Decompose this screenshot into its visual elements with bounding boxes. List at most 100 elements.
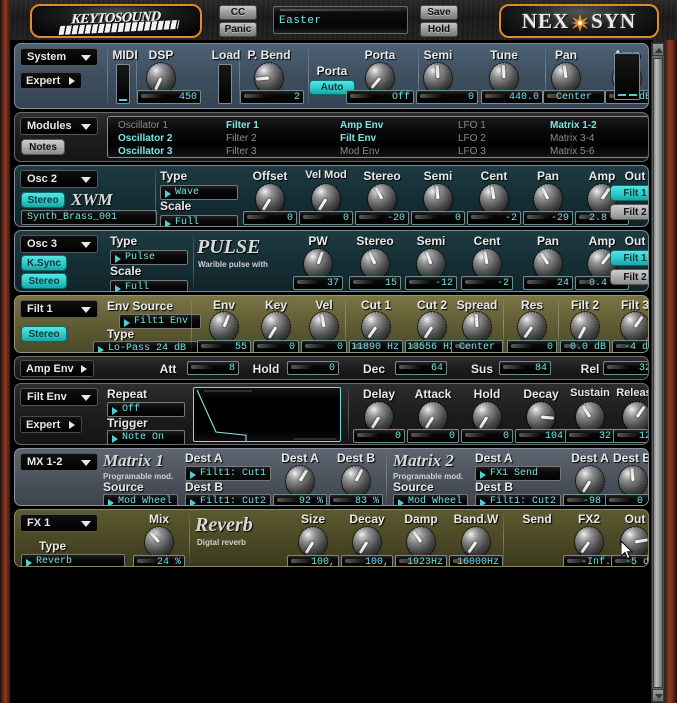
- filt1-spread-knob[interactable]: [463, 312, 491, 342]
- osc2-vel-mod-value[interactable]: 0: [299, 211, 353, 225]
- osc2-pan-knob[interactable]: [534, 184, 562, 214]
- module-list-item[interactable]: LFO 3: [458, 146, 486, 157]
- porta-value[interactable]: Off: [346, 90, 414, 104]
- module-list-item[interactable]: Filter 3: [226, 146, 257, 157]
- osc2-stereo-knob[interactable]: [368, 184, 396, 214]
- osc2-stereo-value[interactable]: -20: [355, 211, 409, 225]
- osc2-stereo-button[interactable]: Stereo: [21, 192, 65, 208]
- pan-value[interactable]: Center: [543, 90, 605, 104]
- matrix2-dest-b-combo[interactable]: Filt1: Cut2: [475, 494, 561, 505]
- vertical-scrollbar[interactable]: [651, 42, 665, 703]
- fx1-fx2-value[interactable]: -Inf.: [563, 555, 615, 566]
- matrix2-knob-b[interactable]: [619, 466, 647, 496]
- osc2-pan-value[interactable]: -29: [523, 211, 573, 225]
- filtenv-module-selector[interactable]: Filt Env: [20, 388, 98, 406]
- filtenv-release-knob[interactable]: [623, 402, 648, 432]
- osc2-offset-knob[interactable]: [256, 184, 284, 214]
- module-list-item[interactable]: Matrix 1-2: [550, 120, 597, 131]
- module-list-item[interactable]: Amp Env: [340, 120, 383, 131]
- pbend-knob[interactable]: [255, 63, 283, 93]
- fx1-decay-knob[interactable]: [353, 527, 381, 557]
- fx1-damp-knob[interactable]: [407, 527, 435, 557]
- porta-knob[interactable]: [366, 63, 394, 93]
- osc3-cent-value[interactable]: -2: [461, 276, 513, 290]
- osc2-module-selector[interactable]: Osc 2: [20, 170, 98, 188]
- osc3-pw-value[interactable]: 37: [293, 276, 343, 290]
- matrix1-knob-b-value[interactable]: 83 %: [329, 494, 383, 505]
- matrix-module-selector[interactable]: MX 1-2: [20, 453, 98, 471]
- matrix1-knob-a[interactable]: [286, 466, 314, 496]
- module-list-item[interactable]: LFO 1: [458, 120, 486, 131]
- filt1-cut-1-value[interactable]: 11890 Hz: [349, 340, 403, 352]
- amp-env-dec-value[interactable]: 64: [395, 361, 447, 375]
- module-list-item[interactable]: Mod Env: [340, 146, 379, 157]
- dsp-value[interactable]: 450: [137, 90, 201, 104]
- osc3-type-combo[interactable]: Pulse: [110, 250, 188, 265]
- module-list-item[interactable]: Oscillator 2: [118, 133, 172, 144]
- filtenv-release-value[interactable]: 127: [613, 429, 648, 443]
- matrix1-dest-b-combo[interactable]: Filt1: Cut2: [185, 494, 271, 505]
- osc3-semi-value[interactable]: -12: [405, 276, 457, 290]
- module-list-item[interactable]: Matrix 3-4: [550, 133, 594, 144]
- preset-name-display[interactable]: Easter: [273, 6, 408, 34]
- filt1-env-value[interactable]: 55: [197, 340, 251, 352]
- tune-knob[interactable]: [490, 63, 518, 93]
- filtenv-delay-knob[interactable]: [365, 402, 393, 432]
- osc3-pan-knob[interactable]: [534, 249, 562, 279]
- osc3-stereo-knob[interactable]: [361, 249, 389, 279]
- osc3-cent-knob[interactable]: [473, 249, 501, 279]
- fx1-size-knob[interactable]: [299, 527, 327, 557]
- tune-value[interactable]: 440.0: [481, 90, 543, 104]
- amp-env-button[interactable]: Amp Env: [20, 360, 94, 377]
- osc3-out-filt2-button[interactable]: Filt 2: [610, 269, 648, 285]
- fx1-mix-value[interactable]: 24 %: [133, 555, 185, 566]
- osc3-stereo-value[interactable]: 15: [349, 276, 401, 290]
- osc2-offset-value[interactable]: 0: [243, 211, 297, 225]
- filtenv-sustain-value[interactable]: 32: [565, 429, 615, 443]
- osc2-cent-knob[interactable]: [480, 184, 508, 214]
- filt1-module-selector[interactable]: Filt 1: [20, 300, 98, 318]
- osc2-semi-value[interactable]: 0: [411, 211, 465, 225]
- filtenv-attack-knob[interactable]: [419, 402, 447, 432]
- filt1-vel-value[interactable]: 0: [301, 340, 347, 352]
- filt1-filt-3-value[interactable]: -4 dB: [612, 340, 648, 352]
- system-expert-button[interactable]: Expert: [20, 72, 82, 89]
- osc3-stereo-button[interactable]: Stereo: [21, 273, 67, 289]
- osc3-semi-knob[interactable]: [417, 249, 445, 279]
- filt1-res-value[interactable]: 0: [507, 340, 557, 352]
- amp-env-rel-value[interactable]: 32: [603, 361, 648, 375]
- osc3-module-selector[interactable]: Osc 3: [20, 235, 98, 253]
- filt1-filt-3-knob[interactable]: [621, 312, 648, 342]
- notes-button[interactable]: Notes: [21, 139, 65, 155]
- osc2-scale-combo[interactable]: Full: [160, 215, 238, 226]
- filtenv-hold-value[interactable]: 0: [461, 429, 513, 443]
- amp-env-sus-value[interactable]: 84: [499, 361, 551, 375]
- filtenv-decay-knob[interactable]: [527, 402, 555, 432]
- filtenv-attack-value[interactable]: 0: [407, 429, 459, 443]
- matrix2-knob-a[interactable]: [576, 466, 604, 496]
- osc2-patch-name[interactable]: Synth_Brass_001: [21, 210, 157, 225]
- matrix1-knob-b[interactable]: [342, 466, 370, 496]
- matrix1-source-combo[interactable]: Mod Wheel: [103, 494, 178, 505]
- pan-knob[interactable]: [552, 63, 580, 93]
- matrix2-dest-a-combo[interactable]: FX1 Send: [475, 466, 561, 481]
- filt1-filt-2-value[interactable]: 0.0 dB: [560, 340, 610, 352]
- matrix1-dest-a-combo[interactable]: Filt1: Cut1: [185, 466, 271, 481]
- filt1-vel-knob[interactable]: [310, 312, 338, 342]
- filt1-type-combo[interactable]: Lo-Pass 24 dB: [93, 341, 201, 352]
- module-list-item[interactable]: Filt Env: [340, 133, 376, 144]
- filt1-spread-value[interactable]: Center: [451, 340, 503, 352]
- fx1-damp-value[interactable]: 1923Hz: [395, 555, 447, 566]
- fx1-type-combo[interactable]: Reverb: [21, 554, 125, 566]
- matrix2-knob-b-value[interactable]: 0 %: [605, 494, 648, 505]
- matrix2-source-combo[interactable]: Mod Wheel: [393, 494, 468, 505]
- filtenv-hold-knob[interactable]: [473, 402, 501, 432]
- osc3-ksync-button[interactable]: K.Sync: [21, 255, 67, 271]
- semi-knob[interactable]: [424, 63, 452, 93]
- amp-env-hold-value[interactable]: 0: [287, 361, 339, 375]
- osc2-semi-knob[interactable]: [424, 184, 452, 214]
- fx1-module-selector[interactable]: FX 1: [20, 514, 98, 532]
- filt1-res-knob[interactable]: [518, 312, 546, 342]
- osc2-type-combo[interactable]: Wave: [160, 185, 238, 200]
- module-list-item[interactable]: Oscillator 3: [118, 146, 172, 157]
